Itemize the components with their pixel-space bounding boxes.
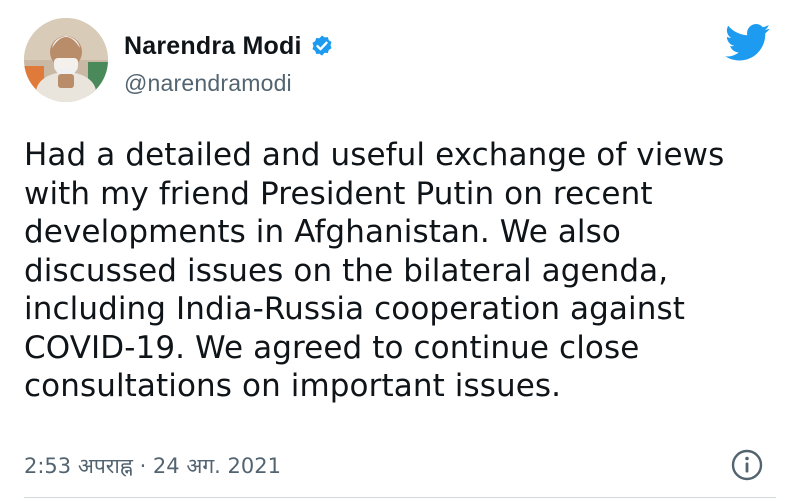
verified-badge-icon xyxy=(310,34,334,58)
author-name-row: Narendra Modi xyxy=(124,30,334,62)
tweet-card: Narendra Modi @narendramodi Had a detail… xyxy=(0,0,800,504)
tweet-text: Had a detailed and useful exchange of vi… xyxy=(24,137,725,404)
avatar-image xyxy=(24,18,108,102)
author-name[interactable]: Narendra Modi xyxy=(124,32,302,61)
author-info: Narendra Modi @narendramodi xyxy=(124,30,334,97)
avatar[interactable] xyxy=(24,18,108,102)
info-icon[interactable] xyxy=(730,448,764,482)
divider xyxy=(24,497,776,498)
tweet-timestamp[interactable]: 2:53 अपराह्न · 24 अग. 2021 xyxy=(24,452,281,480)
twitter-bird-icon[interactable] xyxy=(725,24,771,62)
author-handle[interactable]: @narendramodi xyxy=(124,70,334,97)
